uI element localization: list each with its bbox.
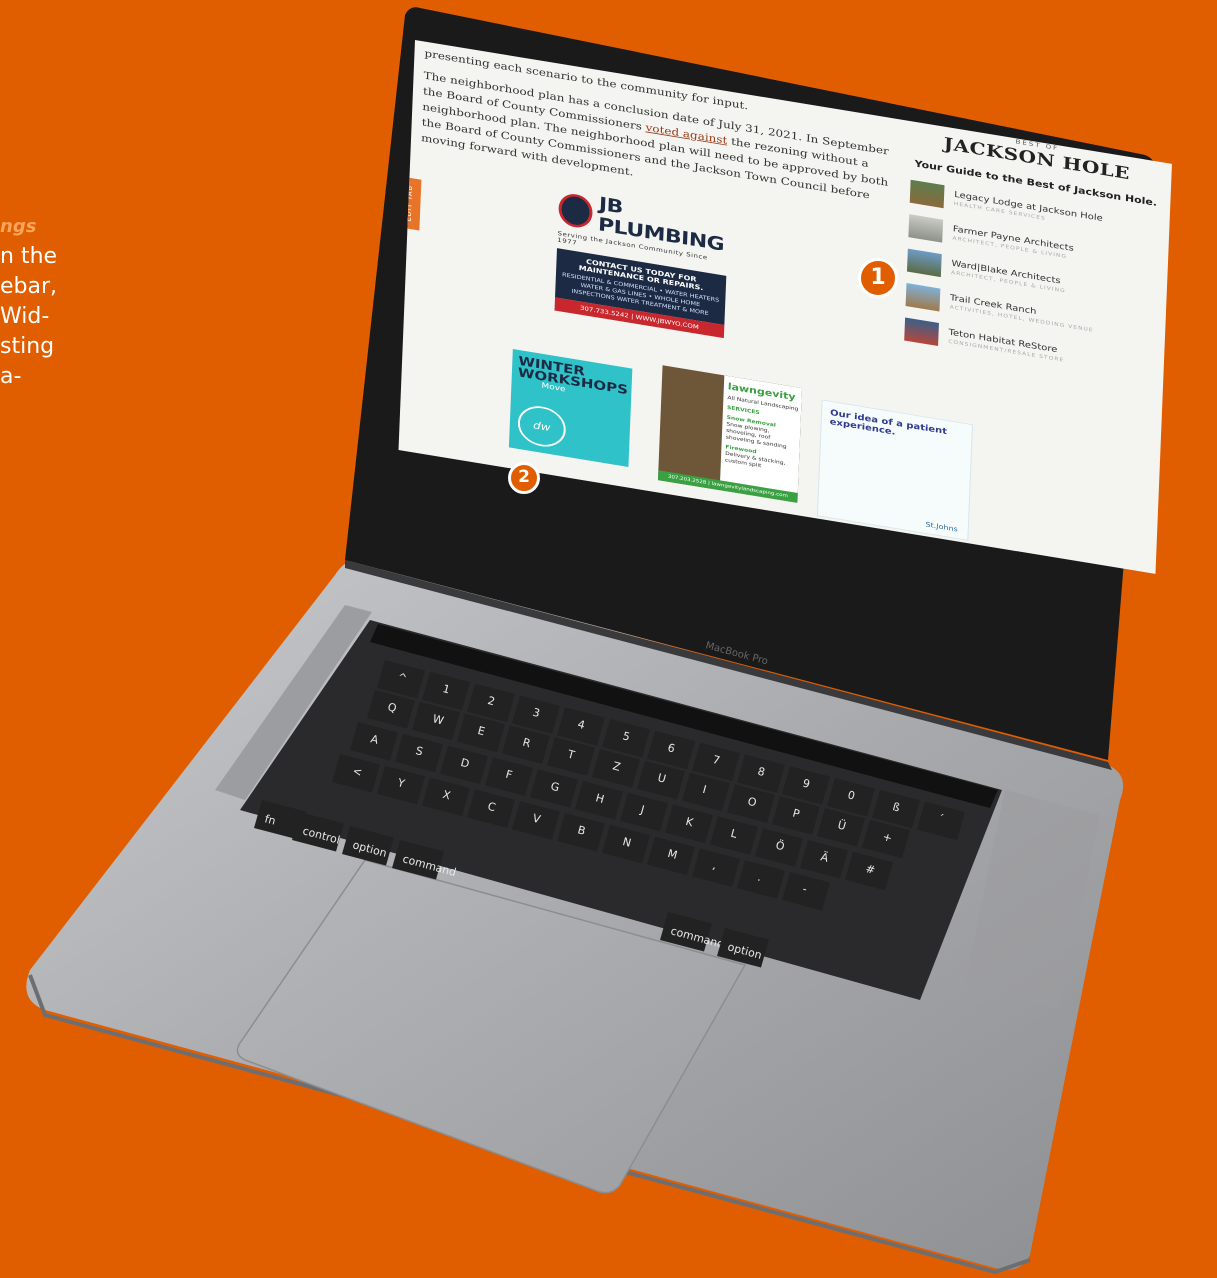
key[interactable] — [737, 860, 785, 899]
keyboard: MacBook Pro ^1234567890ß´QWERTZUIOPÜ+ASD… — [254, 640, 965, 968]
model-label: MacBook Pro — [704, 640, 769, 667]
key[interactable] — [692, 848, 740, 887]
key[interactable] — [620, 792, 668, 832]
key-grid: ^1234567890ß´QWERTZUIOPÜ+ASDFGHJKLÖÄ#<YX… — [254, 660, 965, 968]
